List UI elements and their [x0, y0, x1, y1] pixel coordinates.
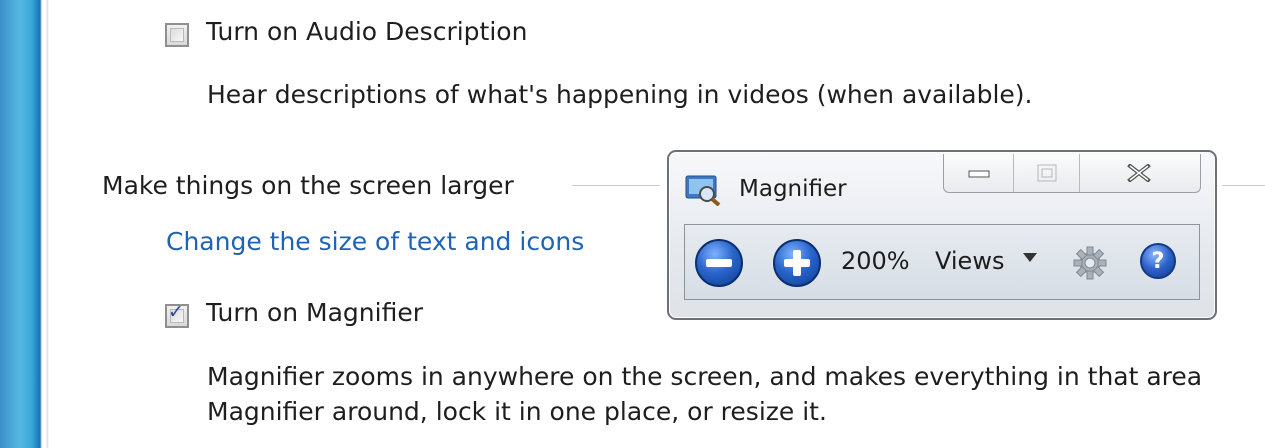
checkmark-icon: ✓ [168, 301, 184, 323]
views-menu-button[interactable]: Views [935, 247, 1004, 275]
close-button[interactable] [1080, 154, 1198, 192]
audio-description-checkbox[interactable] [165, 23, 189, 47]
close-icon [1127, 164, 1151, 182]
change-text-size-link[interactable]: Change the size of text and icons [166, 227, 584, 256]
zoom-level: 200% [841, 247, 910, 275]
magnifier-description-line2: Magnifier around, lock it in one place, … [207, 397, 827, 426]
magnifier-checkbox-label[interactable]: Turn on Magnifier [206, 298, 423, 327]
magnifier-description-line1: Magnifier zooms in anywhere on the scree… [207, 362, 1203, 391]
zoom-in-button[interactable] [773, 239, 821, 287]
chevron-down-icon[interactable] [1023, 253, 1037, 262]
zoom-out-button[interactable] [695, 239, 743, 287]
audio-description-label[interactable]: Turn on Audio Description [206, 17, 527, 46]
magnifier-checkbox[interactable]: ✓ [165, 301, 189, 328]
magnifier-toolbar: 200% Views ? [684, 224, 1200, 300]
audio-description-description: Hear descriptions of what's happening in… [207, 80, 1033, 109]
zoom-out-icon [706, 259, 732, 267]
section-divider [572, 185, 660, 186]
help-icon[interactable]: ? [1140, 243, 1176, 279]
maximize-icon [1037, 164, 1056, 182]
minimize-button[interactable] [944, 154, 1014, 192]
maximize-button[interactable] [1014, 154, 1080, 192]
magnifier-window[interactable]: Magnifier 200% Views ? [667, 150, 1217, 320]
zoom-in-icon-vertical [793, 250, 801, 276]
gear-icon[interactable] [1073, 246, 1107, 280]
magnifier-app-icon [685, 175, 721, 206]
magnifier-title: Magnifier [739, 176, 847, 202]
section-heading: Make things on the screen larger [102, 171, 514, 200]
checkbox-box [170, 28, 184, 42]
minimize-icon [968, 170, 989, 178]
window-left-edge [0, 0, 58, 448]
section-divider-right [1222, 185, 1265, 186]
window-controls [943, 154, 1201, 193]
